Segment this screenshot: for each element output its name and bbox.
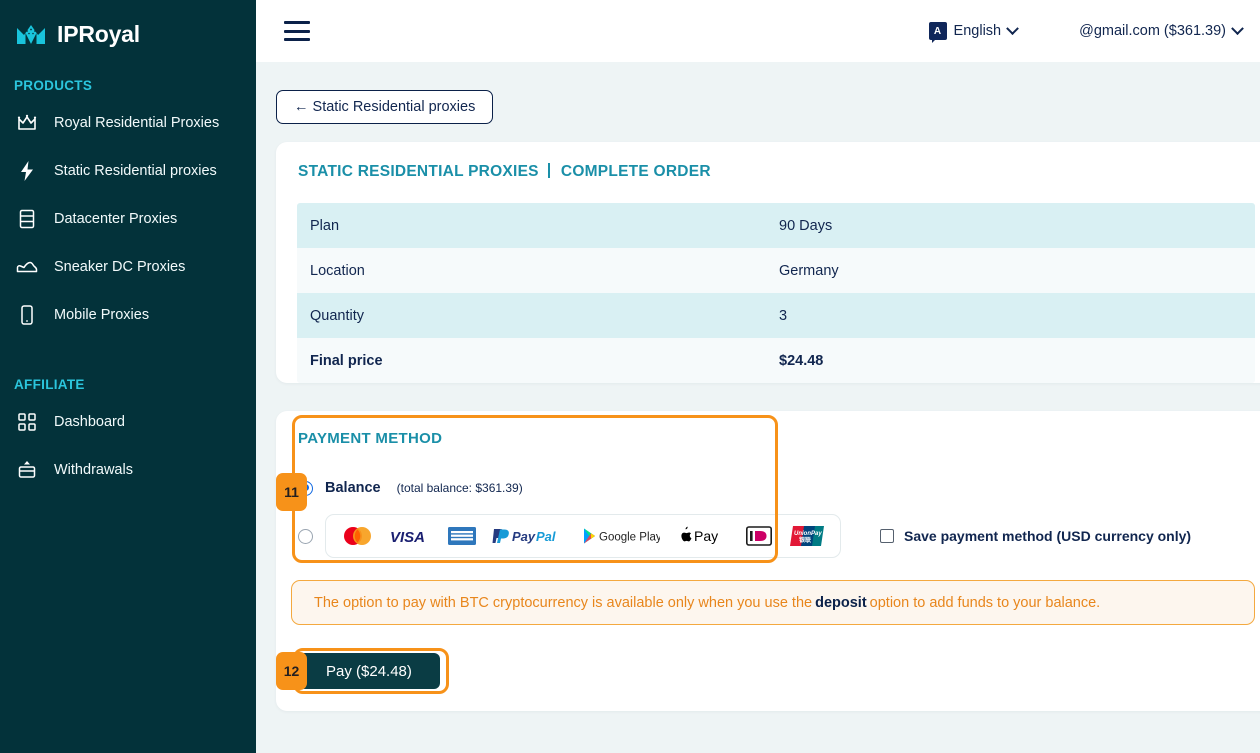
sneaker-icon (14, 255, 40, 279)
order-summary-table: Plan 90 Days Location Germany Quantity 3… (297, 203, 1255, 383)
mobile-icon (14, 303, 40, 327)
visa-icon: VISA (390, 525, 432, 547)
payment-section: PAYMENT METHOD Balance (total balance: $… (276, 411, 1260, 711)
save-payment-method-label: Save payment method (USD currency only) (904, 528, 1192, 544)
balance-label: Balance (325, 480, 381, 496)
row-label: Quantity (310, 307, 364, 324)
sidebar-item-dashboard[interactable]: Dashboard (0, 398, 256, 446)
mastercard-icon (340, 525, 374, 547)
balance-detail: (total balance: $361.39) (396, 481, 523, 495)
translate-icon: A (928, 22, 947, 43)
table-row: Quantity 3 (297, 293, 1255, 338)
payment-method-title: PAYMENT METHOD (298, 430, 443, 447)
row-label: Final price (310, 352, 383, 369)
chevron-down-icon (1006, 21, 1019, 35)
sidebar-item-static-residential-proxies[interactable]: Static Residential proxies (0, 147, 256, 195)
withdraw-icon (14, 458, 40, 482)
back-button[interactable]: ← Static Residential proxies (276, 90, 494, 124)
sidebar-item-sneaker-dc-proxies[interactable]: Sneaker DC Proxies (0, 243, 256, 291)
sidebar-item-label: Royal Residential Proxies (54, 115, 220, 131)
account-menu[interactable]: @gmail.com ($361.39) (1079, 21, 1244, 39)
sidebar-item-label: Withdrawals (54, 462, 133, 478)
unionpay-icon: UnionPay 银联 (788, 525, 826, 547)
pay-button[interactable]: Pay ($24.48) (298, 653, 440, 689)
sidebar-item-label: Static Residential proxies (54, 163, 217, 179)
row-value: 3 (779, 307, 788, 324)
table-row-final-price: Final price $24.48 (297, 338, 1255, 383)
svg-text:银联: 银联 (799, 536, 811, 544)
card-option-row: VISA Pay Pal Google Play Pay UnionPay 银联… (276, 514, 1260, 558)
annotation-badge-12: 12 (276, 652, 307, 690)
svg-text:VISA: VISA (390, 529, 425, 544)
crown-mountain-logo-icon (16, 24, 46, 46)
save-payment-method-checkbox[interactable] (880, 529, 894, 543)
bolt-icon (14, 159, 40, 183)
language-selector[interactable]: A English (928, 21, 1019, 43)
sidebar-item-royal-residential-proxies[interactable]: Royal Residential Proxies (0, 99, 256, 147)
sidebar-item-label: Mobile Proxies (54, 307, 150, 323)
btc-notice-prefix: The option to pay with BTC cryptocurrenc… (314, 594, 813, 611)
sidebar-item-label: Sneaker DC Proxies (54, 259, 186, 275)
crown-icon (14, 111, 40, 135)
language-label: English (953, 23, 1002, 39)
topbar: A English @gmail.com ($361.39) (256, 0, 1260, 62)
sidebar-item-withdrawals[interactable]: Withdrawals (0, 446, 256, 494)
account-label: @gmail.com ($361.39) (1079, 23, 1226, 39)
page-content: ← Static Residential proxies STATIC RESI… (256, 62, 1260, 753)
amex-icon (448, 525, 476, 547)
svg-text:Google Play: Google Play (599, 532, 660, 544)
table-row: Plan 90 Days (297, 203, 1255, 248)
annotation-badge-11: 11 (276, 473, 307, 511)
chevron-down-icon (1231, 21, 1244, 35)
table-row: Location Germany (297, 248, 1255, 293)
paypal-icon: Pay Pal (492, 525, 566, 547)
sidebar-item-label: Dashboard (54, 414, 125, 430)
pay-button-row: Pay ($24.48) 12 (276, 648, 1260, 694)
row-value: $24.48 (779, 352, 824, 369)
page-title-secondary: COMPLETE ORDER (560, 163, 711, 180)
deposit-link[interactable]: deposit (815, 595, 867, 611)
server-icon (14, 207, 40, 231)
row-label: Plan (310, 217, 340, 234)
order-summary-card: STATIC RESIDENTIAL PROXIES COMPLETE ORDE… (276, 142, 1260, 383)
btc-notice-suffix: option to add funds to your balance. (869, 594, 1101, 611)
sidebar-item-datacenter-proxies[interactable]: Datacenter Proxies (0, 195, 256, 243)
grid-icon (14, 410, 40, 434)
balance-option-row[interactable]: Balance (total balance: $361.39) (276, 480, 1260, 496)
btc-notice: The option to pay with BTC cryptocurrenc… (291, 580, 1255, 625)
main-area: A English @gmail.com ($361.39) ← Static … (256, 0, 1260, 753)
svg-text:UnionPay: UnionPay (794, 531, 822, 537)
card-radio[interactable] (298, 528, 313, 544)
sidebar-section-products: PRODUCTS (14, 78, 93, 93)
sidebar-item-label: Datacenter Proxies (54, 211, 178, 227)
svg-text:Pay: Pay (694, 528, 718, 544)
sidebar: IPRoyal PRODUCTS Royal Residential Proxi… (0, 0, 256, 753)
title-separator (548, 163, 551, 178)
sidebar-item-mobile-proxies[interactable]: Mobile Proxies (0, 291, 256, 339)
apple-pay-icon: Pay (676, 525, 730, 547)
row-value: Germany (779, 262, 839, 279)
brand-name: IPRoyal (57, 21, 140, 47)
save-payment-method-row[interactable]: Save payment method (USD currency only) (880, 528, 1191, 544)
svg-text:Pay: Pay (512, 529, 536, 544)
page-title: STATIC RESIDENTIAL PROXIES COMPLETE ORDE… (276, 142, 1260, 181)
hamburger-icon[interactable] (284, 21, 310, 41)
topbar-right-group: A English @gmail.com ($361.39) (928, 21, 1244, 43)
ideal-icon (746, 525, 772, 547)
row-value: 90 Days (779, 217, 833, 234)
brand-logo[interactable]: IPRoyal (0, 0, 256, 56)
payment-card: PAYMENT METHOD Balance (total balance: $… (276, 411, 1260, 711)
svg-text:Pal: Pal (536, 529, 556, 544)
payment-logos-group[interactable]: VISA Pay Pal Google Play Pay UnionPay 银联 (325, 514, 841, 558)
google-play-icon: Google Play (582, 525, 660, 547)
page-title-primary: STATIC RESIDENTIAL PROXIES (298, 163, 539, 180)
sidebar-section-affiliate: AFFILIATE (14, 377, 85, 392)
row-label: Location (310, 262, 365, 279)
